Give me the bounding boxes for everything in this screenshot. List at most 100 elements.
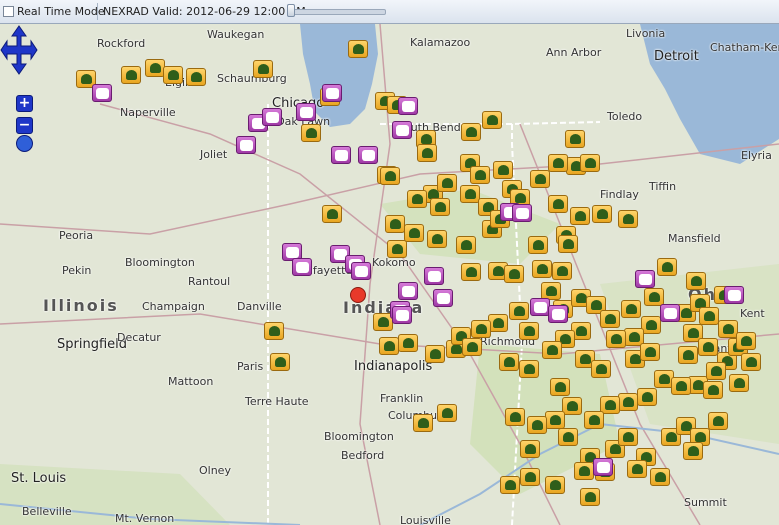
wind-report-marker[interactable] (558, 428, 578, 446)
wind-report-marker[interactable] (606, 330, 626, 348)
wind-report-marker[interactable] (519, 360, 539, 378)
hail-report-marker[interactable] (292, 258, 312, 276)
wind-report-marker[interactable] (736, 332, 756, 350)
wind-report-marker[interactable] (548, 154, 568, 172)
wind-report-marker[interactable] (505, 408, 525, 426)
wind-report-marker[interactable] (527, 416, 547, 434)
wind-report-marker[interactable] (686, 272, 706, 290)
wind-report-marker[interactable] (322, 205, 342, 223)
wind-report-marker[interactable] (417, 144, 437, 162)
wind-report-marker[interactable] (618, 393, 638, 411)
wind-report-marker[interactable] (520, 468, 540, 486)
wind-report-marker[interactable] (437, 174, 457, 192)
wind-report-marker[interactable] (530, 170, 550, 188)
wind-report-marker[interactable] (461, 263, 481, 281)
wind-report-marker[interactable] (425, 345, 445, 363)
hail-report-marker[interactable] (512, 204, 532, 222)
wind-report-marker[interactable] (427, 230, 447, 248)
wind-report-marker[interactable] (627, 460, 647, 478)
wind-report-marker[interactable] (186, 68, 206, 86)
wind-report-marker[interactable] (499, 353, 519, 371)
wind-report-marker[interactable] (671, 377, 691, 395)
wind-report-marker[interactable] (640, 343, 660, 361)
hail-report-marker[interactable] (358, 146, 378, 164)
hail-report-marker[interactable] (351, 262, 371, 280)
wind-report-marker[interactable] (592, 205, 612, 223)
zoom-out-button[interactable]: − (16, 117, 33, 134)
wind-report-marker[interactable] (482, 111, 502, 129)
hail-report-marker[interactable] (398, 282, 418, 300)
wind-report-marker[interactable] (462, 338, 482, 356)
wind-report-marker[interactable] (379, 337, 399, 355)
wind-report-marker[interactable] (729, 374, 749, 392)
hail-report-marker[interactable] (548, 305, 568, 323)
wind-report-marker[interactable] (437, 404, 457, 422)
wind-report-marker[interactable] (637, 388, 657, 406)
wind-report-marker[interactable] (532, 260, 552, 278)
wind-report-marker[interactable] (545, 476, 565, 494)
wind-report-marker[interactable] (741, 353, 761, 371)
wind-report-marker[interactable] (493, 161, 513, 179)
hail-report-marker[interactable] (433, 289, 453, 307)
wind-report-marker[interactable] (348, 40, 368, 58)
wind-report-marker[interactable] (500, 476, 520, 494)
wind-report-marker[interactable] (253, 60, 273, 78)
hail-report-marker[interactable] (392, 121, 412, 139)
hail-report-marker[interactable] (322, 84, 342, 102)
wind-report-marker[interactable] (565, 130, 585, 148)
hail-report-marker[interactable] (262, 108, 282, 126)
wind-report-marker[interactable] (145, 59, 165, 77)
wind-report-marker[interactable] (580, 154, 600, 172)
wind-report-marker[interactable] (550, 378, 570, 396)
wind-report-marker[interactable] (708, 412, 728, 430)
wind-report-marker[interactable] (706, 362, 726, 380)
wind-report-marker[interactable] (618, 210, 638, 228)
wind-report-marker[interactable] (699, 307, 719, 325)
wind-report-marker[interactable] (301, 124, 321, 142)
wind-report-marker[interactable] (618, 428, 638, 446)
wind-report-marker[interactable] (552, 262, 572, 280)
realtime-checkbox[interactable] (3, 6, 14, 17)
wind-report-marker[interactable] (488, 314, 508, 332)
hail-report-marker[interactable] (424, 267, 444, 285)
wind-report-marker[interactable] (430, 198, 450, 216)
wind-report-marker[interactable] (470, 166, 490, 184)
hail-report-marker[interactable] (92, 84, 112, 102)
wind-report-marker[interactable] (703, 381, 723, 399)
hail-report-marker[interactable] (593, 458, 613, 476)
tornado-report-marker[interactable] (350, 287, 366, 303)
wind-report-marker[interactable] (562, 397, 582, 415)
wind-report-marker[interactable] (584, 411, 604, 429)
wind-report-marker[interactable] (456, 236, 476, 254)
hail-report-marker[interactable] (296, 103, 316, 121)
wind-report-marker[interactable] (519, 322, 539, 340)
wind-report-marker[interactable] (600, 310, 620, 328)
hail-report-marker[interactable] (398, 97, 418, 115)
wind-report-marker[interactable] (509, 302, 529, 320)
hail-report-marker[interactable] (660, 304, 680, 322)
wind-report-marker[interactable] (574, 462, 594, 480)
time-slider-track[interactable] (287, 9, 386, 15)
wind-report-marker[interactable] (570, 207, 590, 225)
hail-report-marker[interactable] (392, 306, 412, 324)
wind-report-marker[interactable] (407, 190, 427, 208)
wind-report-marker[interactable] (657, 258, 677, 276)
hail-report-marker[interactable] (530, 298, 550, 316)
wind-report-marker[interactable] (698, 338, 718, 356)
wind-report-marker[interactable] (548, 195, 568, 213)
wind-report-marker[interactable] (545, 411, 565, 429)
wind-report-marker[interactable] (387, 240, 407, 258)
pan-control[interactable] (0, 24, 38, 76)
wind-report-marker[interactable] (270, 353, 290, 371)
wind-report-marker[interactable] (404, 224, 424, 242)
wind-report-marker[interactable] (683, 442, 703, 460)
wind-report-marker[interactable] (264, 322, 284, 340)
wind-report-marker[interactable] (385, 215, 405, 233)
hail-report-marker[interactable] (331, 146, 351, 164)
zoom-in-button[interactable]: + (16, 95, 33, 112)
wind-report-marker[interactable] (461, 123, 481, 141)
hail-report-marker[interactable] (236, 136, 256, 154)
wind-report-marker[interactable] (678, 346, 698, 364)
hail-report-marker[interactable] (724, 286, 744, 304)
wind-report-marker[interactable] (398, 334, 418, 352)
